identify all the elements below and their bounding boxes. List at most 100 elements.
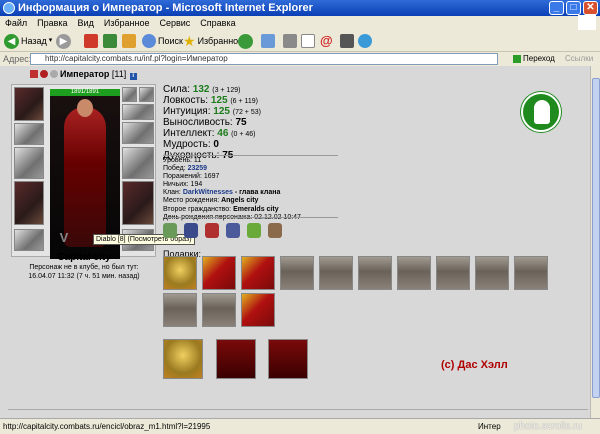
gift-chest-icon[interactable] xyxy=(475,256,509,290)
mail-icon xyxy=(261,34,275,48)
stat-extra: (3 + 129) xyxy=(212,87,241,94)
draws-line: Ничьих: 194 xyxy=(163,181,203,189)
security-zone: Интер xyxy=(478,422,501,431)
gift-box-icon[interactable] xyxy=(202,256,236,290)
at-icon[interactable]: @ xyxy=(320,33,333,49)
people-button[interactable] xyxy=(358,33,372,49)
medal-icon[interactable] xyxy=(226,223,240,238)
stop-button[interactable] xyxy=(84,33,98,49)
helmet-slot[interactable] xyxy=(14,87,44,121)
menu-favorites[interactable]: Избранное xyxy=(104,16,150,30)
messenger-icon xyxy=(340,34,354,48)
forward-button[interactable]: ▶ xyxy=(56,33,71,49)
medal-icon[interactable] xyxy=(205,223,219,238)
menu-edit[interactable]: Правка xyxy=(37,16,67,30)
window-title: Информация о Император - Microsoft Inter… xyxy=(18,2,313,14)
scrollbar-thumb[interactable] xyxy=(592,78,600,398)
armor-slot[interactable] xyxy=(14,181,44,225)
mail-button[interactable] xyxy=(261,33,275,49)
stat-extra: (0 + 46) xyxy=(231,131,256,138)
edit-button[interactable] xyxy=(301,33,315,49)
gloves-slot[interactable] xyxy=(122,122,154,144)
birthplace-line: Место рождения: Angels city xyxy=(163,197,301,205)
stat-value: 125 xyxy=(213,106,230,117)
star-icon: ★ xyxy=(183,33,196,49)
forward-arrow-icon: ▶ xyxy=(56,33,71,49)
stat-label: Выносливость: xyxy=(163,117,233,128)
medal-icon[interactable] xyxy=(163,223,177,238)
home-button[interactable] xyxy=(122,33,136,49)
info-icon[interactable]: i xyxy=(129,73,137,80)
weapon-left-slot[interactable] xyxy=(14,147,44,179)
city-name: Capital city xyxy=(57,252,111,263)
weapon-right-slot[interactable] xyxy=(122,147,154,179)
gift-chest-icon[interactable] xyxy=(163,293,197,327)
rings-slot[interactable] xyxy=(122,104,154,120)
history-button[interactable] xyxy=(238,33,253,49)
v-emblem-icon: V xyxy=(59,230,69,245)
gift-dvd-icon[interactable] xyxy=(216,339,256,379)
gift-chest-icon[interactable] xyxy=(514,256,548,290)
gift-chest-icon[interactable] xyxy=(202,293,236,327)
menu-help[interactable]: Справка xyxy=(200,16,235,30)
gift-chest-icon[interactable] xyxy=(397,256,431,290)
stat-strength: Сила: 132 (3 + 129) xyxy=(163,84,261,95)
menu-tools[interactable]: Сервис xyxy=(159,16,190,30)
legs-slot[interactable] xyxy=(122,181,154,225)
stat-agility: Ловкость: 125 (6 + 119) xyxy=(163,95,261,106)
favorites-button[interactable]: ★ Избранное xyxy=(183,33,243,49)
medal-icon[interactable] xyxy=(247,223,261,238)
gift-medal-icon[interactable] xyxy=(163,256,197,290)
minimize-button[interactable]: _ xyxy=(549,1,564,15)
gift-box-icon[interactable] xyxy=(241,256,275,290)
medal-icon[interactable] xyxy=(184,223,198,238)
clan-line: Клан: DarkWitnesses - глава клана xyxy=(163,189,301,197)
shield-icon xyxy=(40,70,48,78)
gift-dvd-icon[interactable] xyxy=(268,339,308,379)
bracers-slot[interactable] xyxy=(14,123,44,145)
vertical-scrollbar[interactable] xyxy=(590,66,600,418)
stat-label: Ловкость: xyxy=(163,95,209,106)
gift-chest-icon[interactable] xyxy=(436,256,470,290)
links-button[interactable]: Ссылки xyxy=(565,52,593,66)
menu-file[interactable]: Файл xyxy=(5,16,27,30)
address-input[interactable]: http://capitalcity.combats.ru/inf.pl?log… xyxy=(30,53,498,65)
refresh-button[interactable] xyxy=(103,33,117,49)
windows-logo-icon xyxy=(578,15,596,31)
maximize-button[interactable]: □ xyxy=(566,1,581,15)
menu-view[interactable]: Вид xyxy=(78,16,94,30)
go-button[interactable]: Переход xyxy=(513,52,555,66)
stat-value: 132 xyxy=(192,84,210,95)
stat-extra: (72 + 53) xyxy=(232,109,261,116)
gift-chest-icon[interactable] xyxy=(358,256,392,290)
stats-block: Сила: 132 (3 + 129) Ловкость: 125 (6 + 1… xyxy=(163,84,261,161)
clan-label: Клан: xyxy=(163,189,183,197)
gift-chest-icon[interactable] xyxy=(280,256,314,290)
print-button[interactable] xyxy=(283,33,297,49)
belt-slot[interactable] xyxy=(14,229,44,251)
history-icon xyxy=(238,33,253,49)
home-icon xyxy=(122,34,136,48)
gift-chest-icon[interactable] xyxy=(319,256,353,290)
gift-box-icon[interactable] xyxy=(241,293,275,327)
equipment-panel: 1891/1891 xyxy=(11,84,156,259)
clan-link[interactable]: DarkWitnesses xyxy=(183,189,233,196)
stat-label: Интеллект: xyxy=(163,128,215,139)
medal-icon[interactable] xyxy=(268,223,282,238)
amulet-slot[interactable] xyxy=(139,87,154,102)
stat-label: Мудрость: xyxy=(163,139,211,150)
wins-value: 23259 xyxy=(187,165,208,173)
medals-row xyxy=(163,223,282,238)
bottom-divider xyxy=(8,409,588,410)
divider xyxy=(163,217,338,218)
last-seen: 16.04.07 11:32 (7 ч. 51 мин. назад) xyxy=(28,273,140,280)
earring-slot[interactable] xyxy=(122,87,137,102)
page-content: Император [11] i 1891/1891 V Diablo [8] … xyxy=(0,66,590,418)
refresh-icon xyxy=(103,34,117,48)
close-button[interactable]: ✕ xyxy=(583,1,598,15)
back-button[interactable]: ◀ Назад ▾ xyxy=(4,33,52,49)
gift-trophy-icon[interactable] xyxy=(163,339,203,379)
messenger-button[interactable] xyxy=(340,33,354,49)
print-icon xyxy=(283,34,297,48)
search-button[interactable]: Поиск xyxy=(142,33,183,49)
